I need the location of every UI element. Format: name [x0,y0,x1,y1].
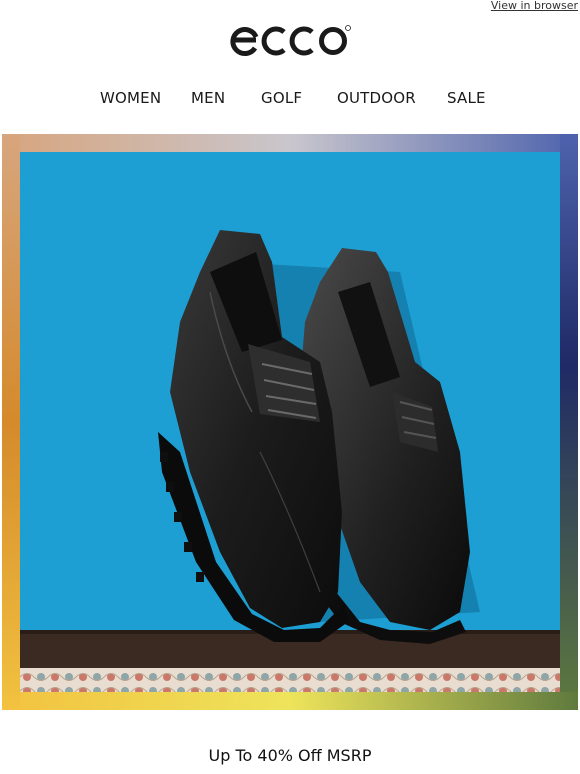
nav-golf[interactable]: GOLF [261,89,302,107]
nav-women[interactable]: WOMEN [100,89,161,107]
promo-headline[interactable]: Up To 40% Off MSRP [0,746,580,765]
main-nav: WOMEN MEN GOLF OUTDOOR SALE [0,89,580,109]
ecco-logo[interactable] [229,24,353,58]
nav-sale[interactable]: SALE [447,89,486,107]
hero-shoe-image[interactable] [20,152,560,692]
nav-outdoor[interactable]: OUTDOOR [337,89,416,107]
view-in-browser-link[interactable]: View in browser [491,0,578,12]
nav-men[interactable]: MEN [191,89,225,107]
